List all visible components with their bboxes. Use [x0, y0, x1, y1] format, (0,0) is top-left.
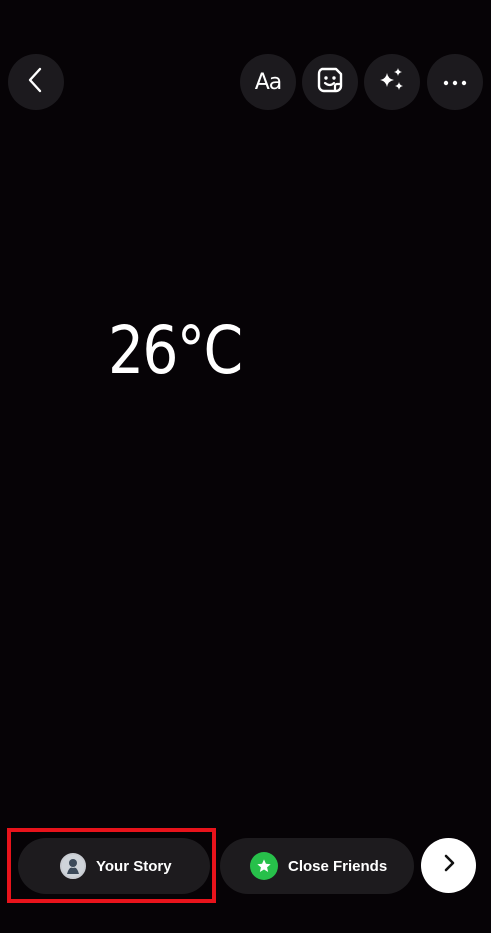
sparkles-icon: [376, 64, 408, 101]
close-friends-button[interactable]: Close Friends: [220, 838, 414, 894]
more-options-button[interactable]: [427, 54, 483, 110]
more-horizontal-icon: [443, 73, 467, 91]
next-button[interactable]: [421, 838, 476, 893]
text-tool-button[interactable]: Aa: [240, 54, 296, 110]
close-friends-label: Close Friends: [288, 857, 388, 875]
text-tool-label: Aa: [254, 69, 283, 95]
back-button[interactable]: [8, 54, 64, 110]
star-icon: [250, 852, 278, 880]
your-story-label: Your Story: [96, 857, 172, 875]
temperature-text[interactable]: 26°C: [108, 318, 243, 384]
sticker-button[interactable]: [302, 54, 358, 110]
your-story-button[interactable]: Your Story: [18, 838, 210, 894]
chevron-right-icon: [442, 853, 456, 878]
chevron-left-icon: [26, 67, 46, 98]
avatar: [60, 853, 86, 879]
sticker-icon: [315, 65, 345, 100]
effects-button[interactable]: [364, 54, 420, 110]
